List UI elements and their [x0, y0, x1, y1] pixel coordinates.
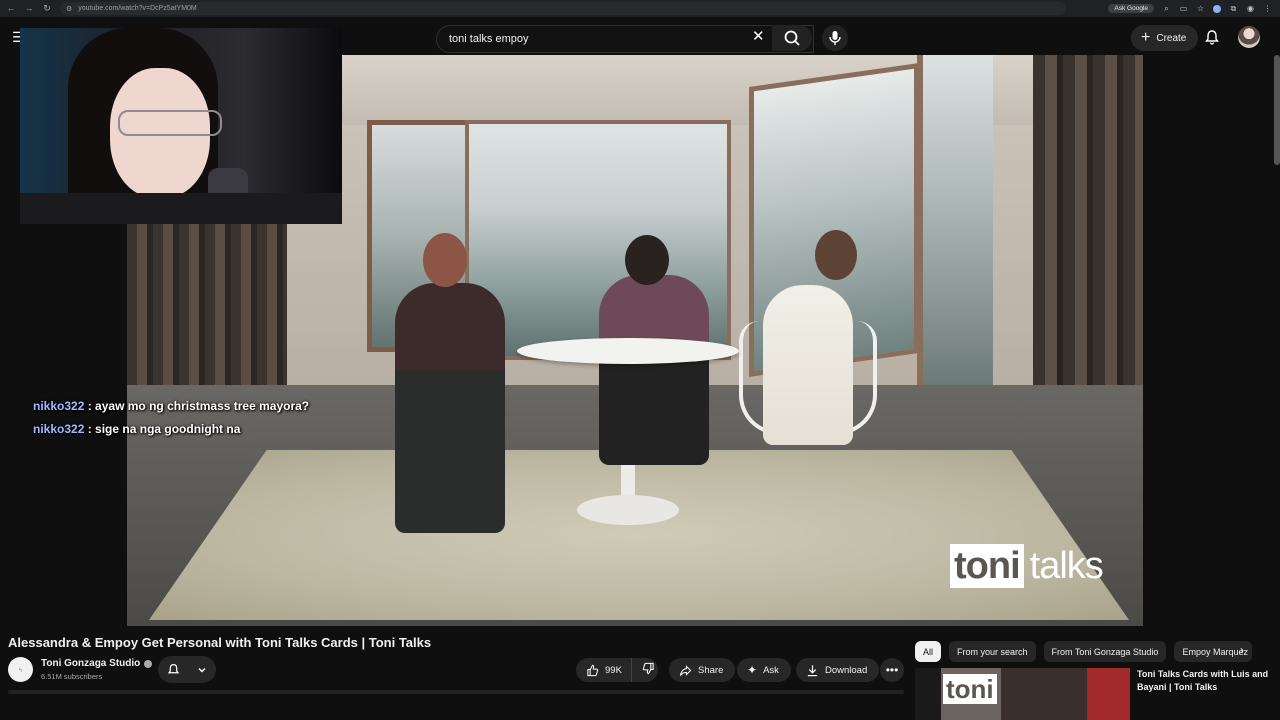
thumbs-up-icon [587, 664, 599, 676]
like-button[interactable]: 99K [576, 658, 632, 682]
more-actions-button[interactable]: ••• [880, 658, 904, 682]
streamer-webcam-overlay [20, 28, 342, 224]
channel-name[interactable]: Toni Gonzaga Studio [41, 658, 153, 669]
chat-message: : ayaw mo ng christmass tree mayora? [87, 399, 310, 413]
plus-icon: + [1141, 29, 1151, 46]
guest-left-head [423, 233, 467, 287]
recommendation-thumbnail[interactable]: toni [915, 668, 1130, 720]
chat-line: nikko322 : sige na nga goodnight na [33, 418, 309, 441]
chat-username: nikko322 [33, 422, 85, 436]
account-avatar[interactable] [1238, 26, 1260, 48]
webcam-shoulder [20, 193, 342, 224]
download-button[interactable]: Download [796, 658, 880, 682]
host-right-head [815, 230, 857, 280]
chat-line: nikko322 : ayaw mo ng christmass tree ma… [33, 395, 309, 418]
guest-left [395, 283, 505, 533]
channel-name-text: Toni Gonzaga Studio [41, 658, 141, 669]
forward-icon[interactable]: → [24, 3, 34, 14]
chip-from-channel[interactable]: From Toni Gonzaga Studio [1043, 641, 1167, 662]
chip-from-your-search[interactable]: From your search [949, 641, 1036, 662]
toni-talks-watermark: toni talks [950, 544, 1104, 588]
create-button[interactable]: + Create [1131, 25, 1199, 51]
site-info-icon[interactable]: ⚙ [66, 5, 72, 13]
chat-username: nikko322 [33, 399, 85, 413]
like-dislike-group: 99K [576, 658, 658, 682]
ask-google-button[interactable]: Ask Google [1108, 4, 1154, 13]
stream-chat-overlay: nikko322 : ayaw mo ng christmass tree ma… [33, 395, 309, 441]
thumbnail-watermark: toni [943, 674, 997, 705]
more-horizontal-icon: ••• [885, 663, 899, 677]
chat-message: : sige na nga goodnight na [87, 422, 241, 436]
download-label: Download [825, 664, 868, 676]
search-input[interactable] [447, 32, 751, 46]
bookmark-star-icon[interactable]: ☆ [1196, 4, 1205, 13]
bell-icon [167, 664, 179, 674]
subscribed-notifications-button[interactable] [158, 656, 216, 683]
dislike-button[interactable] [632, 662, 655, 678]
notifications-bell-icon[interactable] [1204, 29, 1220, 45]
create-label: Create [1156, 32, 1187, 44]
subscriber-count: 6.51M subscribers [41, 672, 103, 681]
browser-menu-icon[interactable]: ⋮ [1263, 4, 1272, 13]
reload-icon[interactable]: ↻ [42, 3, 52, 14]
verified-badge-icon [144, 659, 153, 668]
microphone-icon [829, 31, 841, 45]
search-icon [784, 30, 800, 46]
curtain-right [1033, 55, 1143, 385]
profile-icon[interactable]: ◉ [1246, 4, 1255, 13]
guest-center [599, 275, 709, 465]
back-icon[interactable]: ← [6, 3, 16, 14]
download-icon [807, 664, 818, 676]
address-url: youtube.com/watch?v=DcPz5atYM0M [78, 5, 197, 12]
chip-all[interactable]: All [915, 641, 942, 662]
voice-search-button[interactable] [822, 25, 848, 51]
host-right [763, 285, 853, 445]
description-box-edge [8, 690, 904, 694]
table-base [577, 495, 679, 525]
zoom-icon[interactable]: ⌕ [1162, 4, 1171, 13]
table-top [517, 338, 739, 364]
ask-label: Ask [763, 664, 779, 676]
webcam-glasses [118, 110, 222, 136]
share-button[interactable]: Share [669, 658, 736, 682]
video-title: Alessandra & Empoy Get Personal with Ton… [8, 635, 432, 650]
clear-search-icon[interactable]: ✕ [752, 29, 765, 45]
extensions-puzzle-icon[interactable]: ⧉ [1229, 4, 1238, 13]
channel-avatar[interactable]: ϟ [8, 657, 33, 682]
page-scrollbar[interactable] [1274, 55, 1280, 165]
thumbs-down-icon [642, 662, 654, 675]
svg-text:ϟ: ϟ [19, 668, 23, 674]
rug [149, 450, 1129, 620]
share-label: Share [698, 664, 724, 676]
extension-icon[interactable] [1213, 4, 1221, 13]
ask-button[interactable]: ✦ Ask [737, 658, 791, 682]
search-button[interactable] [772, 25, 812, 51]
window-far-right [917, 55, 993, 385]
browser-toolbar: ← → ↻ ⚙ youtube.com/watch?v=DcPz5atYM0M … [0, 0, 1280, 17]
chevron-right-icon[interactable]: › [1240, 643, 1244, 657]
recommendation-chips: All From your search From Toni Gonzaga S… [915, 641, 1253, 662]
channel-logo-icon: ϟ [19, 668, 23, 674]
share-arrow-icon [679, 664, 692, 676]
sparkle-icon: ✦ [747, 663, 758, 677]
guest-center-head [625, 235, 669, 285]
like-count: 99K [605, 664, 622, 676]
address-bar[interactable]: ⚙ youtube.com/watch?v=DcPz5atYM0M [60, 2, 1066, 15]
chevron-down-icon [198, 667, 206, 672]
recommendation-title[interactable]: Toni Talks Cards with Luis and Bayani | … [1137, 668, 1272, 693]
cast-icon[interactable]: ▭ [1179, 4, 1188, 13]
